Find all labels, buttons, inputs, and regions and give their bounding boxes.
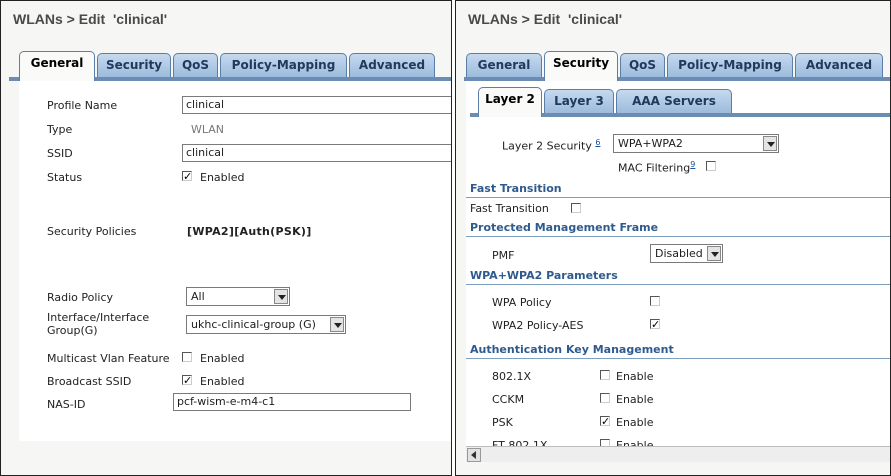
chevron-down-icon — [330, 317, 344, 332]
akm-psk-enable-text: Enable — [616, 416, 654, 429]
wpa2-policy-aes-label: WPA2 Policy-AES — [492, 319, 584, 332]
tab-general[interactable]: General — [466, 53, 542, 77]
subtab-bar: Layer 2 Layer 3 AAA Servers — [466, 87, 890, 117]
mac-filtering-help-link[interactable]: 9 — [690, 160, 695, 169]
layer2-security-value: WPA+WPA2 — [618, 137, 683, 150]
akm-cckm-label: CCKM — [492, 393, 525, 406]
layer2-security-help-link[interactable]: 6 — [595, 138, 600, 147]
mac-filtering-label: MAC Filtering9 — [618, 160, 696, 175]
multicast-enabled-text: Enabled — [200, 352, 245, 365]
radio-policy-select[interactable]: All — [186, 287, 290, 306]
akm-cckm-enable-text: Enable — [616, 393, 654, 406]
scroll-left-icon[interactable] — [467, 448, 481, 462]
tab-security[interactable]: Security — [97, 53, 171, 77]
multicast-vlan-checkbox[interactable] — [182, 352, 192, 362]
subtab-layer-2[interactable]: Layer 2 — [478, 87, 542, 117]
tab-bar: General Security QoS Policy-Mapping Adva… — [456, 51, 890, 81]
subtab-aaa-servers[interactable]: AAA Servers — [616, 89, 732, 113]
pmf-heading: Protected Management Frame — [470, 221, 659, 234]
interface-group-select[interactable]: ukhc-clinical-group (G) — [186, 315, 346, 334]
chevron-down-icon — [763, 136, 777, 151]
layer2-security-label: Layer 2 Security 6 — [502, 138, 601, 153]
tab-qos[interactable]: QoS — [620, 53, 665, 77]
tab-advanced[interactable]: Advanced — [349, 53, 435, 77]
akm-heading: Authentication Key Management — [470, 343, 674, 356]
page-title: WLANs > Edit 'clinical' — [13, 11, 168, 27]
akm-cckm-checkbox[interactable] — [600, 393, 610, 403]
security-content: Layer 2 Layer 3 AAA Servers Layer 2 Secu… — [466, 81, 890, 462]
tab-general[interactable]: General — [19, 51, 95, 81]
tab-policy-mapping[interactable]: Policy-Mapping — [220, 53, 347, 77]
security-policies-value: [WPA2][Auth(PSK)] — [187, 225, 312, 238]
wpa-policy-label: WPA Policy — [492, 296, 552, 309]
wpa-parameters-heading: WPA+WPA2 Parameters — [470, 269, 618, 282]
tab-security[interactable]: Security — [544, 51, 618, 81]
broadcast-ssid-checkbox[interactable]: ✓ — [182, 375, 192, 386]
multicast-vlan-label: Multicast Vlan Feature — [47, 352, 170, 365]
nas-id-label: NAS-ID — [47, 398, 86, 411]
radio-policy-label: Radio Policy — [47, 291, 114, 304]
fast-transition-heading: Fast Transition — [470, 182, 562, 195]
general-tab-panel: WLANs > Edit 'clinical' General Security… — [0, 0, 452, 476]
type-label: Type — [47, 123, 73, 136]
mac-filtering-checkbox[interactable] — [706, 161, 716, 171]
fast-transition-label: Fast Transition — [470, 202, 549, 215]
section-divider — [466, 284, 890, 285]
interface-label-line2: Group(G) — [47, 324, 98, 337]
subtab-layer-3[interactable]: Layer 3 — [544, 89, 614, 113]
security-policies-label: Security Policies — [47, 225, 137, 238]
broadcast-enabled-text: Enabled — [200, 375, 245, 388]
layer2-security-select[interactable]: WPA+WPA2 — [613, 134, 779, 153]
status-enabled-text: Enabled — [200, 171, 245, 184]
akm-8021x-label: 802.1X — [492, 370, 532, 383]
general-content: Profile Name clinical Type WLAN SSID cli… — [19, 81, 451, 441]
chevron-down-icon — [707, 246, 721, 261]
interface-group-value: ukhc-clinical-group (G) — [191, 318, 316, 331]
akm-psk-label: PSK — [492, 416, 513, 429]
interface-label-line1: Interface/Interface — [47, 311, 150, 324]
horizontal-scrollbar[interactable] — [466, 446, 890, 462]
pmf-value: Disabled — [655, 247, 703, 260]
tab-qos[interactable]: QoS — [173, 53, 218, 77]
type-value: WLAN — [191, 123, 225, 136]
akm-psk-checkbox[interactable]: ✓ — [600, 416, 610, 427]
chevron-down-icon — [274, 289, 288, 304]
section-divider — [466, 358, 890, 359]
ssid-field[interactable]: clinical — [182, 144, 451, 162]
security-tab-panel: WLANs > Edit 'clinical' General Security… — [455, 0, 891, 476]
nas-id-field[interactable]: pcf-wism-e-m4-c1 — [173, 393, 411, 411]
pmf-label: PMF — [492, 249, 515, 262]
ssid-label: SSID — [47, 147, 73, 160]
fast-transition-checkbox[interactable] — [571, 203, 581, 213]
profile-name-field[interactable]: clinical — [182, 96, 451, 114]
pmf-select[interactable]: Disabled — [650, 244, 723, 263]
section-divider — [466, 236, 890, 237]
wpa-policy-checkbox[interactable] — [650, 296, 660, 306]
tab-bar: General Security QoS Policy-Mapping Adva… — [1, 51, 451, 81]
section-divider — [466, 197, 890, 198]
wpa2-policy-aes-checkbox[interactable]: ✓ — [650, 319, 660, 330]
tab-advanced[interactable]: Advanced — [795, 53, 883, 77]
radio-policy-value: All — [191, 290, 205, 303]
profile-name-label: Profile Name — [47, 99, 118, 112]
broadcast-ssid-label: Broadcast SSID — [47, 375, 132, 388]
status-checkbox[interactable]: ✓ — [182, 171, 192, 182]
status-label: Status — [47, 171, 83, 184]
akm-8021x-checkbox[interactable] — [600, 370, 610, 380]
akm-8021x-enable-text: Enable — [616, 370, 654, 383]
page-title: WLANs > Edit 'clinical' — [468, 11, 623, 27]
tab-policy-mapping[interactable]: Policy-Mapping — [667, 53, 793, 77]
